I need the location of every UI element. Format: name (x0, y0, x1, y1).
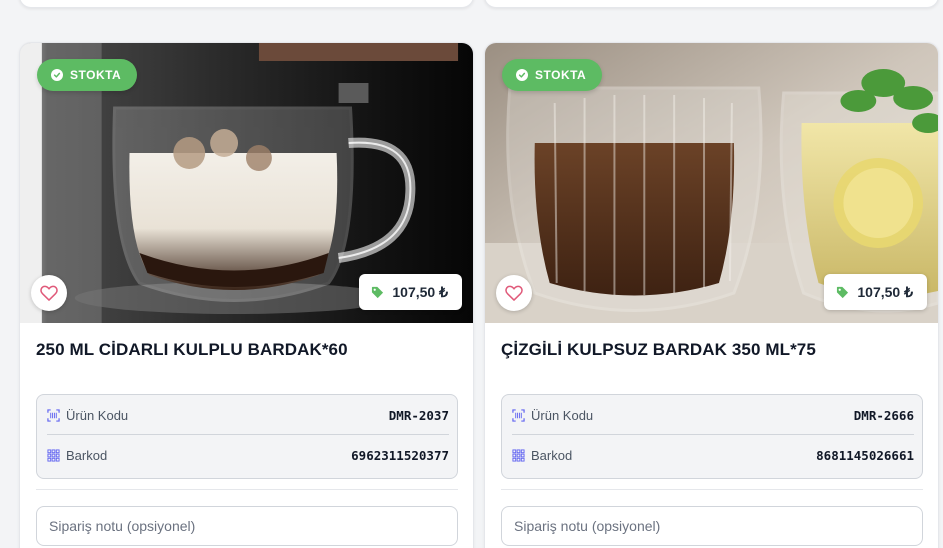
check-circle-icon (516, 69, 528, 81)
barcode-row: Barkod 6962311520377 (47, 436, 449, 474)
price-tag: 107,50 ₺ (359, 274, 462, 310)
price-value: 107,50 ₺ (392, 283, 448, 300)
tag-icon (372, 286, 384, 298)
product-image[interactable]: STOKTA 107,50 ₺ (20, 43, 473, 323)
stock-label: STOKTA (535, 68, 587, 82)
barcode-label: Barkod (531, 447, 573, 463)
barcode-label: Barkod (66, 447, 108, 463)
order-note-input[interactable] (36, 506, 458, 546)
product-title: 250 ML CİDARLI KULPLU BARDAK*60 (36, 340, 348, 359)
order-note-input[interactable] (501, 506, 923, 546)
product-code-label: Ürün Kodu (531, 408, 594, 423)
tag-icon (837, 286, 849, 298)
product-code-label: Ürün Kodu (66, 408, 129, 423)
grid-icon (512, 448, 525, 462)
favorite-button[interactable] (496, 275, 532, 311)
in-stock-badge: STOKTA (502, 59, 603, 91)
product-title: ÇİZGİLİ KULPSUZ BARDAK 350 ML*75 (501, 340, 816, 359)
product-info-box: Ürün Kodu DMR-2666 Barkod 8681145026661 (501, 394, 923, 479)
barcode-scan-icon (47, 409, 60, 422)
stock-label: STOKTA (70, 68, 122, 82)
favorite-button[interactable] (31, 275, 67, 311)
product-card: STOKTA 107,50 ₺ 250 ML CİDARLI KULPLU BA… (19, 42, 474, 548)
in-stock-badge: STOKTA (37, 59, 138, 91)
divider (36, 489, 458, 490)
price-value: 107,50 ₺ (857, 283, 913, 300)
product-info-box: Ürün Kodu DMR-2037 Barkod 6962311520377 (36, 394, 458, 479)
barcode-scan-icon (512, 409, 525, 422)
product-code-value: DMR-2666 (853, 408, 914, 423)
product-card: STOKTA 107,50 ₺ ÇİZGİLİ KULPSUZ BARDAK 3… (484, 42, 939, 548)
heart-icon (40, 285, 58, 301)
grid-icon (47, 448, 60, 462)
product-code-row: Ürün Kodu DMR-2666 (512, 397, 914, 435)
barcode-row: Barkod 8681145026661 (512, 436, 914, 474)
product-image[interactable]: STOKTA 107,50 ₺ (485, 43, 938, 323)
divider (501, 489, 923, 490)
product-card-above-right (484, 0, 939, 8)
barcode-value: 6962311520377 (351, 447, 449, 463)
barcode-value: 8681145026661 (816, 447, 914, 463)
product-code-value: DMR-2037 (388, 408, 449, 423)
heart-icon (505, 285, 523, 301)
price-tag: 107,50 ₺ (824, 274, 927, 310)
product-card-above-left (19, 0, 474, 8)
check-circle-icon (51, 69, 63, 81)
product-code-row: Ürün Kodu DMR-2037 (47, 397, 449, 435)
